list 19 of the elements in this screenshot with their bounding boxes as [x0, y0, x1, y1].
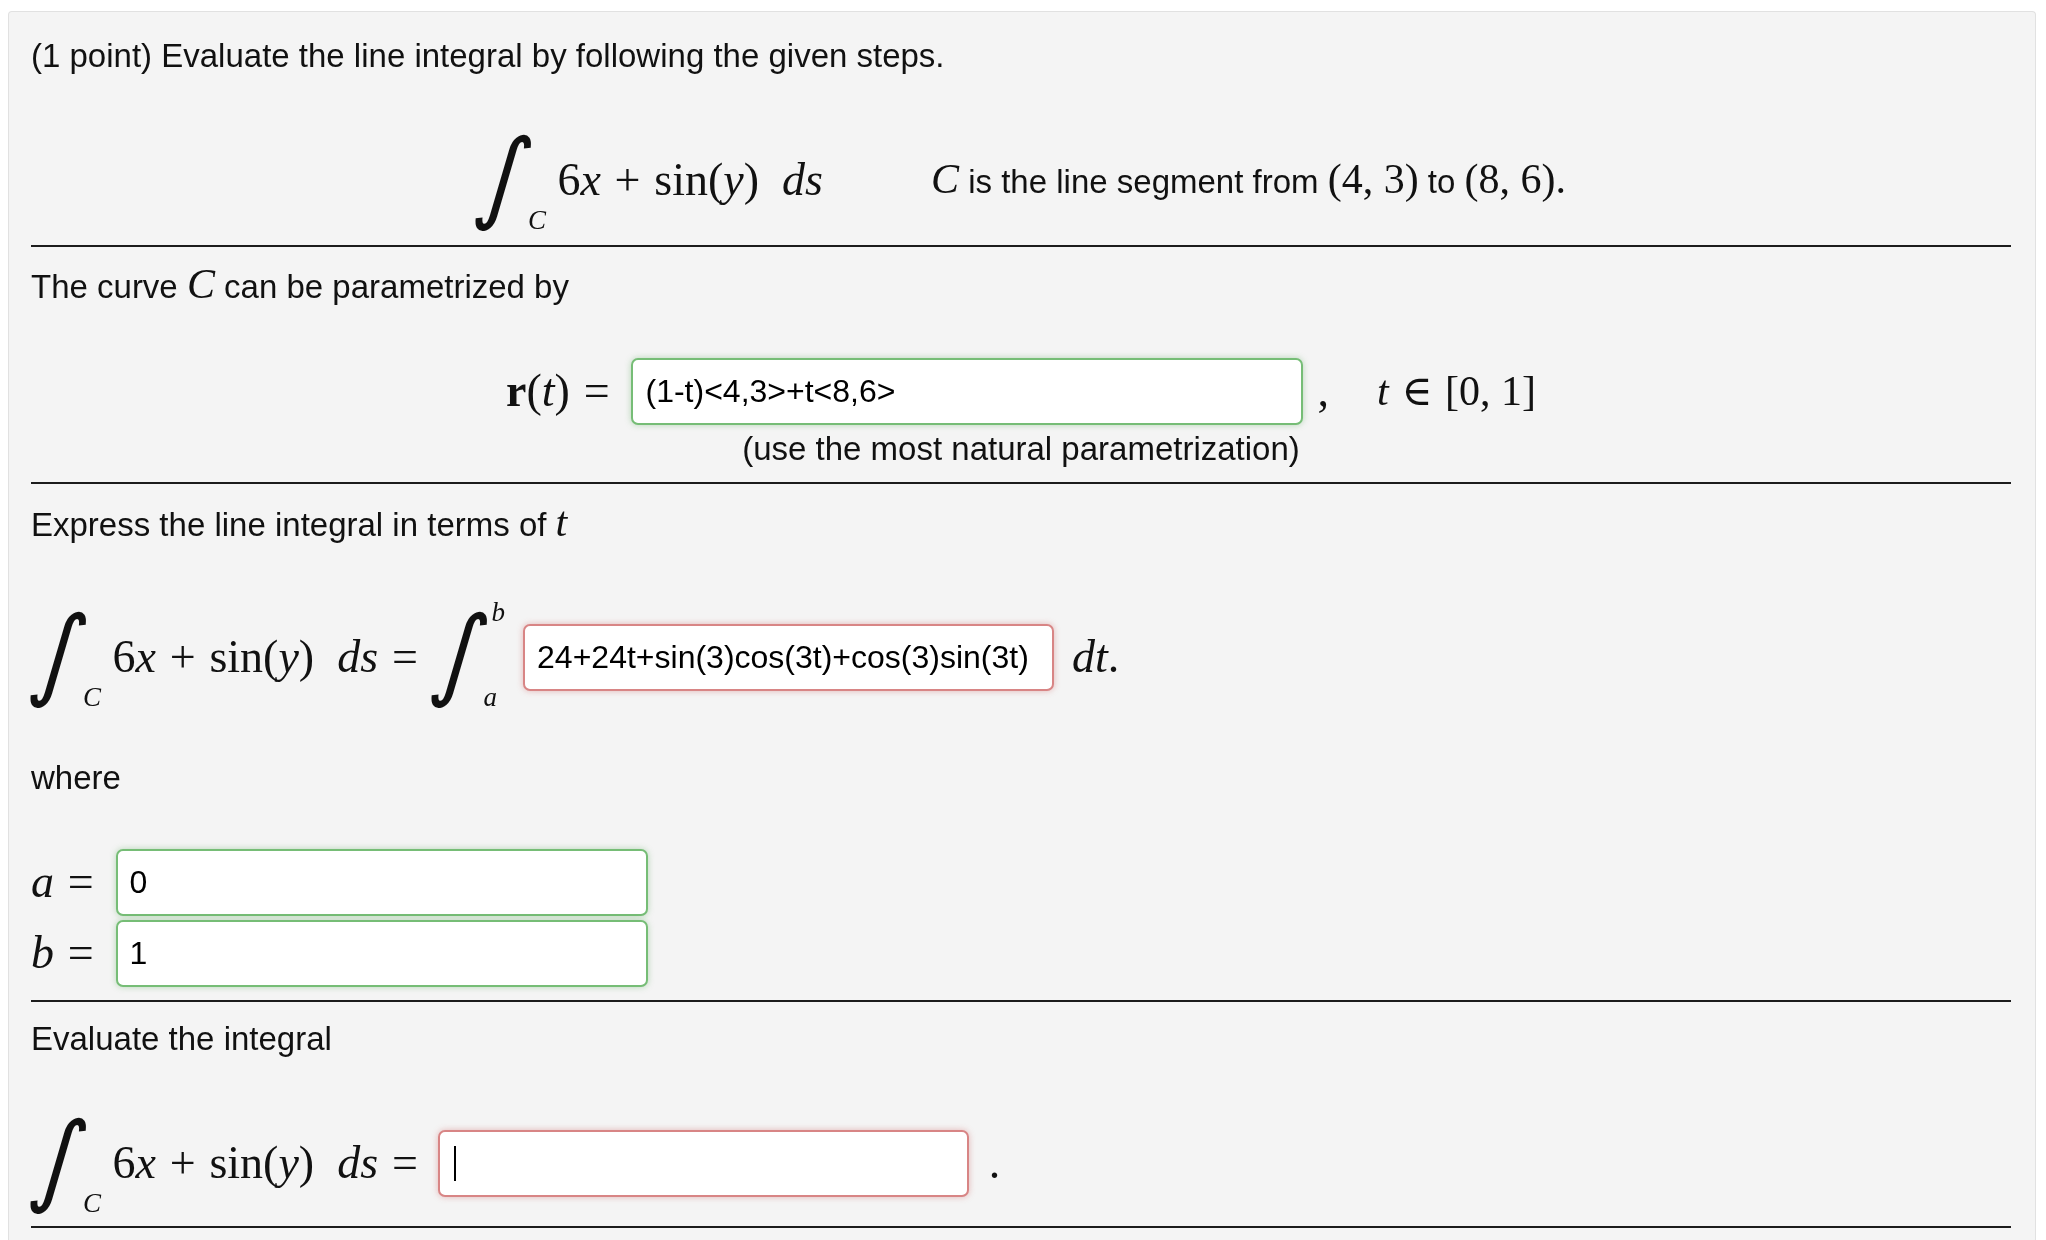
period: . [988, 1136, 1001, 1190]
where-text: where [31, 758, 121, 798]
differential-text: dt. [1072, 630, 1120, 684]
step-heading: Express the line integral in terms of t [31, 500, 568, 547]
parameter-interval: t ∈ [0, 1] [1377, 367, 1536, 416]
problem-statement: (1 point) Evaluate the line integral by following the given steps. [31, 36, 945, 76]
hint-text: (use the most natural parametrization) [742, 431, 1300, 467]
bound-label: b = [31, 927, 95, 980]
answer-field[interactable]: 0 [115, 849, 648, 916]
vector-function-label: r(t) = [506, 365, 611, 418]
answer-field[interactable]: (1-t)<4,3>+t<8,6> [631, 358, 1304, 425]
step-heading: Evaluate the integral [31, 1019, 332, 1059]
answer-field[interactable]: 24+24t+sin(3)cos(3t)+cos(3)sin(3t) [523, 623, 1055, 691]
step-heading: The curve C can be parametrized by [31, 262, 569, 309]
comma: , [1317, 365, 1329, 418]
curve-description: C is the line segment from (4, 3) to (8, 6). [931, 156, 1567, 204]
answer-field[interactable] [437, 1129, 969, 1197]
answer-field[interactable]: 1 [115, 920, 648, 987]
bound-label: a = [31, 856, 95, 909]
